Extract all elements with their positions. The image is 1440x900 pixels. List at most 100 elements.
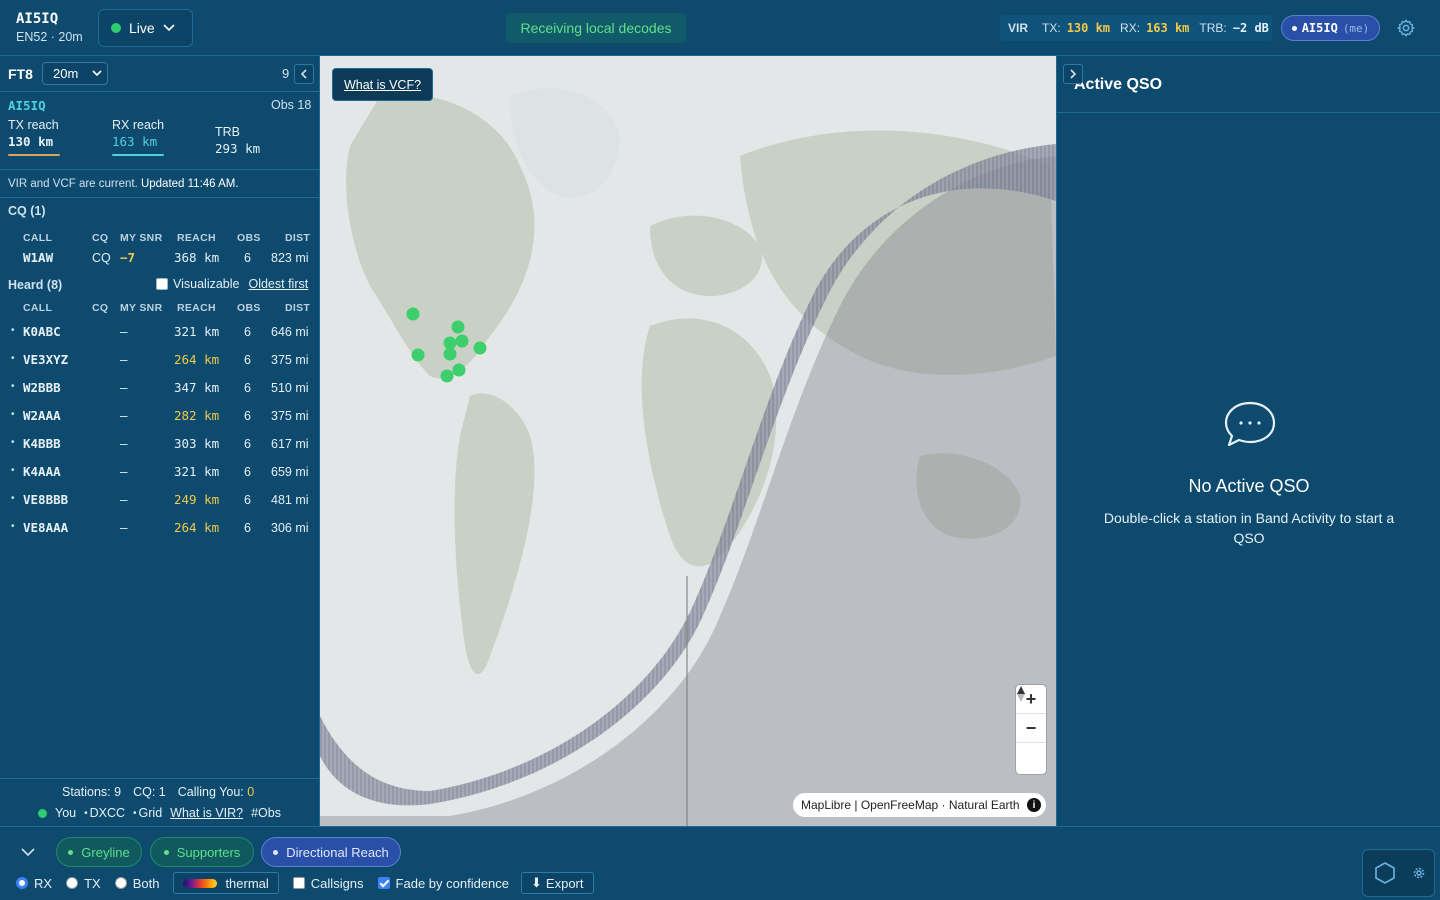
expand-panel-button[interactable] (1063, 64, 1083, 84)
no-active-qso-title: No Active QSO (1188, 476, 1310, 496)
cell-snr: — (120, 380, 128, 395)
gear-icon[interactable] (1413, 867, 1425, 879)
col-snr: MY SNR (120, 302, 163, 314)
zoom-controls: + − (1016, 685, 1046, 774)
vir-status-line: VIR and VCF are current. Updated 11:46 A… (0, 170, 320, 198)
tx-label: TX (84, 875, 101, 891)
live-status-dot (111, 23, 121, 33)
both-radio[interactable] (114, 877, 127, 889)
greyline-label: Greyline (81, 844, 130, 860)
table-row[interactable]: • K0ABC — 321 km 6 646 mi (0, 318, 320, 346)
cell-reach: 368 km (174, 250, 220, 265)
cell-obs: 6 (244, 437, 251, 451)
trb-reach: TRB 293 km (215, 125, 260, 156)
cell-dist: 375 mi (271, 409, 309, 423)
both-label: Both (132, 875, 160, 891)
me-suffix: (me) (1342, 21, 1370, 35)
row-bullet: • (11, 353, 15, 364)
row-bullet: • (11, 437, 15, 448)
col-call: CALL (23, 302, 53, 314)
cell-snr: — (120, 464, 128, 479)
cell-reach: 303 km (174, 436, 220, 451)
export-button[interactable]: ⬇ Export (521, 872, 594, 894)
band-select-value: 20m (53, 66, 79, 81)
chevron-down-icon[interactable] (19, 846, 37, 858)
gear-icon[interactable] (1396, 18, 1416, 38)
vir-tx-label: TX: (1042, 21, 1061, 35)
station-marker[interactable] (473, 341, 487, 355)
zoom-out-button[interactable]: − (1016, 714, 1046, 743)
table-row[interactable]: • W2AAA — 282 km 6 375 mi (0, 402, 320, 430)
heard-options: Visualizable Oldest first (156, 277, 308, 291)
station-marker[interactable] (443, 347, 457, 361)
fade-by-confidence-checkbox[interactable] (377, 877, 390, 889)
directional-label: Directional Reach (286, 844, 389, 860)
cell-dist: 481 mi (271, 493, 309, 507)
chevron-down-icon (163, 24, 175, 32)
table-row[interactable]: • VE8AAA — 264 km 6 306 mi (0, 514, 320, 542)
table-row[interactable]: • W2BBB — 347 km 6 510 mi (0, 374, 320, 402)
band-select[interactable]: 20m (42, 62, 108, 85)
supporters-toggle[interactable]: Supporters (150, 837, 254, 867)
rx-reach-label: RX reach (112, 118, 165, 132)
station-marker[interactable] (440, 369, 454, 383)
compass-reset-button[interactable] (1016, 686, 1046, 772)
thermal-label: thermal (225, 875, 269, 891)
station-marker[interactable] (451, 320, 465, 334)
row-bullet: • (11, 465, 15, 476)
collapse-panel-button[interactable] (294, 64, 314, 84)
cell-dist: 617 mi (271, 437, 309, 451)
visualizable-checkbox[interactable] (156, 278, 168, 290)
tx-reach: TX reach 130 km (8, 118, 60, 156)
cell-reach: 282 km (174, 408, 220, 423)
what-is-vcf-button[interactable]: What is VCF? (332, 68, 433, 101)
table-row[interactable]: • K4AAA — 321 km 6 659 mi (0, 458, 320, 486)
callsigns-checkbox[interactable] (292, 877, 305, 889)
station-marker[interactable] (406, 307, 420, 321)
cell-dist: 510 mi (271, 381, 309, 395)
left-footer: Stations: 9 CQ: 1 Calling You: 0 You • DX… (0, 778, 320, 826)
greyline-dot (68, 849, 74, 855)
cell-call: K0ABC (23, 324, 61, 339)
reach-callsign: AI5IQ (8, 98, 46, 113)
cell-reach: 249 km (174, 492, 220, 507)
map-attribution: MapLibre | OpenFreeMap · Natural Earth i (793, 793, 1046, 817)
station-marker[interactable] (411, 348, 425, 362)
cell-reach: 321 km (174, 464, 220, 479)
world-map[interactable]: What is VCF? + − MapLibre | OpenFreeMap … (320, 56, 1056, 826)
active-qso-panel: Active QSO No Active QSO Double-click a … (1056, 56, 1440, 826)
my-station-pill[interactable]: AI5IQ (me) (1281, 15, 1380, 41)
cell-obs: 6 (244, 381, 251, 395)
top-bar: AI5IQ EN52 · 20m Live Receiving local de… (0, 0, 1440, 56)
cell-snr: — (120, 520, 128, 535)
live-mode-dropdown[interactable]: Live (98, 9, 193, 47)
color-scale-button[interactable]: thermal (173, 872, 279, 894)
row-bullet: • (11, 493, 15, 504)
directional-reach-toggle[interactable]: Directional Reach (261, 837, 401, 867)
legend-grid: Grid (138, 806, 163, 820)
tx-radio[interactable] (66, 877, 79, 889)
attribution-text: MapLibre | OpenFreeMap · Natural Earth (801, 798, 1020, 812)
table-row[interactable]: • VE3XYZ — 264 km 6 375 mi (0, 346, 320, 374)
info-icon[interactable]: i (1027, 798, 1041, 812)
cell-obs: 6 (244, 409, 251, 423)
table-row[interactable]: W1AW CQ −7 368 km 6 823 mi (0, 244, 320, 272)
station-marker[interactable] (455, 334, 469, 348)
greyline-toggle[interactable]: Greyline (56, 837, 142, 867)
sort-oldest-first-link[interactable]: Oldest first (248, 277, 308, 291)
table-row[interactable]: • VE8BBB — 249 km 6 481 mi (0, 486, 320, 514)
cell-snr: −7 (120, 250, 136, 265)
hexagon-icon[interactable] (1375, 862, 1395, 884)
cell-obs: 6 (244, 325, 251, 339)
what-is-vir-link[interactable]: What is VIR? (170, 806, 243, 820)
station-marker[interactable] (452, 363, 466, 377)
table-row[interactable]: • K4BBB — 303 km 6 617 mi (0, 430, 320, 458)
status-updated: Updated 11:46 AM. (140, 178, 239, 190)
corner-widget[interactable] (1362, 849, 1435, 897)
chat-bubble-icon (1224, 401, 1276, 447)
rx-radio[interactable] (16, 877, 28, 889)
heard-section-title: Heard (8) (8, 278, 63, 292)
visualizable-label: Visualizable (173, 277, 240, 291)
cell-call: K4AAA (23, 464, 61, 479)
me-dot (1291, 25, 1297, 31)
